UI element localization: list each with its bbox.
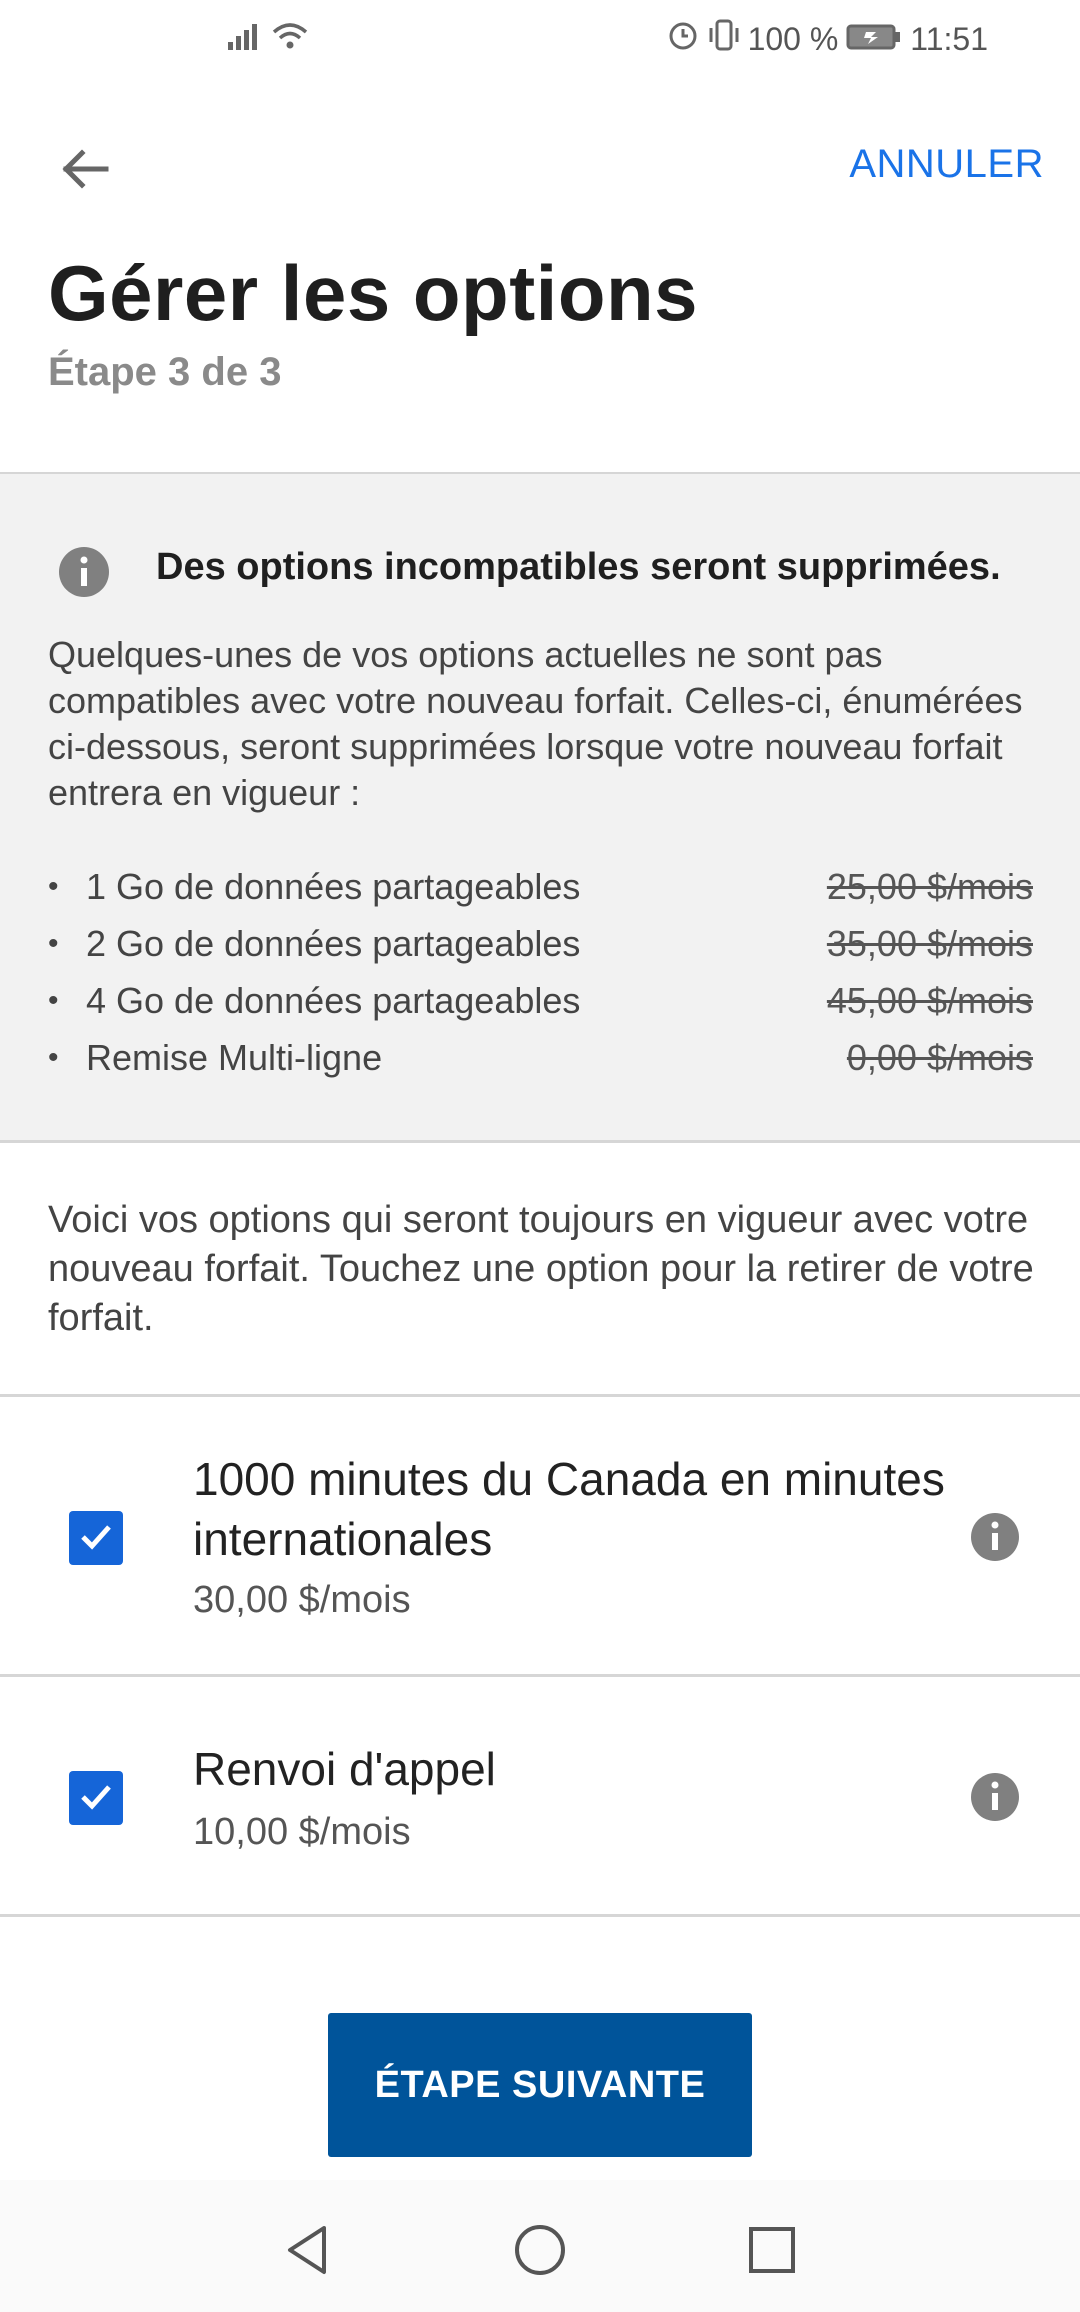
warning-body: Quelques-unes de vos options actuelles n… [48,634,1023,813]
incompatible-option-name: Remise Multi-ligne [86,1036,383,1078]
arrow-left-icon [56,145,112,198]
divider [0,1140,1080,1143]
option-title: 1000 minutes du Canada en minutes intern… [193,1453,945,1565]
check-icon [76,1776,116,1821]
info-icon[interactable] [970,1772,1020,1822]
alarm-icon [666,18,700,60]
status-left [226,20,310,60]
status-right: 100 % 11:51 [666,18,988,60]
top-app-bar: ANNULER [0,118,1080,214]
wifi-icon [270,20,310,60]
option-row-call-forwarding[interactable]: Renvoi d'appel 10,00 $/mois [0,1677,1080,1914]
list-item: • 2 Go de données partageables 35,00 $/m… [48,915,1033,972]
system-navigation-bar [0,2180,1080,2312]
option-title: Renvoi d'appel [193,1743,496,1795]
incompatible-option-name: 1 Go de données partageables [86,865,581,907]
list-item: • Remise Multi-ligne 0,00 $/mois [48,1029,1033,1086]
battery-icon [846,21,902,58]
retained-options-info: Voici vos options qui seront toujours en… [48,1199,1034,1339]
circle-home-icon[interactable] [510,2220,570,2280]
option-price: 30,00 $/mois [193,1579,411,1621]
incompatible-option-price: 25,00 $/mois [826,865,1033,907]
incompatible-option-price: 0,00 $/mois [846,1036,1033,1078]
battery-percent: 100 % [747,20,839,57]
bullet: • [48,983,59,1017]
bullet: • [48,869,59,903]
triangle-back-icon[interactable] [278,2220,338,2280]
check-icon [76,1516,116,1561]
cancel-button[interactable]: ANNULER [849,142,1044,187]
divider [0,1914,1080,1917]
option-checkbox[interactable] [69,1771,123,1825]
signal-icon [226,20,262,60]
list-item: • 4 Go de données partageables 45,00 $/m… [48,972,1033,1029]
option-price: 10,00 $/mois [193,1811,411,1853]
next-step-button[interactable]: ÉTAPE SUIVANTE [328,2013,752,2157]
incompatible-option-price: 45,00 $/mois [826,979,1033,1021]
incompatible-options-list: • 1 Go de données partageables 25,00 $/m… [48,858,1033,1086]
info-icon [58,546,110,598]
incompatible-option-price: 35,00 $/mois [826,922,1033,964]
option-checkbox[interactable] [69,1511,123,1565]
bullet: • [48,926,59,960]
info-icon[interactable] [970,1512,1020,1562]
list-item: • 1 Go de données partageables 25,00 $/m… [48,858,1033,915]
back-button[interactable] [46,136,122,206]
vibrate-icon [708,18,740,60]
page-title: Gérer les options [48,249,699,337]
step-indicator: Étape 3 de 3 [48,350,282,394]
status-bar: 100 % 11:51 [0,0,1080,80]
incompatible-option-name: 2 Go de données partageables [86,922,581,964]
incompatible-option-name: 4 Go de données partageables [86,979,581,1021]
bullet: • [48,1040,59,1074]
option-row-international-minutes[interactable]: 1000 minutes du Canada en minutes intern… [0,1397,1080,1674]
square-recents-icon[interactable] [742,2220,802,2280]
warning-title: Des options incompatibles seront supprim… [156,546,1001,588]
clock: 11:51 [910,20,988,57]
